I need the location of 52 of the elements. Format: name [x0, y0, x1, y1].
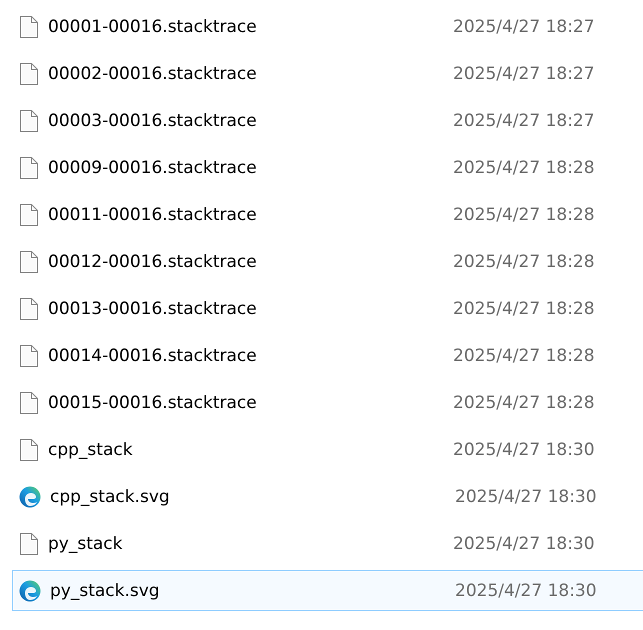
file-name: 00011-00016.stacktrace [48, 204, 258, 224]
file-icon [19, 296, 39, 320]
file-icon [19, 390, 39, 414]
file-icon [19, 250, 39, 274]
file-icon [19, 344, 39, 368]
file-name: 00001-00016.stacktrace [48, 16, 258, 36]
file-name: 00009-00016.stacktrace [48, 158, 258, 178]
file-icon [19, 532, 39, 556]
file-row[interactable]: 00009-00016.stacktrace 2025/4/27 18:28 [12, 147, 643, 188]
file-icon [19, 202, 39, 226]
modified-date: 2025/4/27 18:28 [453, 204, 595, 224]
modified-date: 2025/4/27 18:28 [453, 346, 595, 366]
file-name: 00003-00016.stacktrace [48, 110, 258, 130]
file-row[interactable]: 00011-00016.stacktrace 2025/4/27 18:28 [12, 194, 643, 235]
file-row[interactable]: py_stack 2025/4/27 18:30 [12, 523, 643, 564]
modified-date: 2025/4/27 18:30 [453, 534, 595, 554]
file-name: py_stack.svg [50, 580, 161, 600]
modified-date: 2025/4/27 18:28 [453, 298, 595, 318]
file-row[interactable]: cpp_stack 2025/4/27 18:30 [12, 429, 643, 470]
modified-date: 2025/4/27 18:30 [455, 580, 597, 600]
file-icon [19, 108, 39, 132]
file-row[interactable]: 00003-00016.stacktrace 2025/4/27 18:27 [12, 100, 643, 141]
file-icon [19, 156, 39, 180]
file-name: 00002-00016.stacktrace [48, 64, 258, 84]
file-icon [19, 62, 39, 86]
modified-date: 2025/4/27 18:28 [453, 392, 595, 412]
file-row[interactable]: 00002-00016.stacktrace 2025/4/27 18:27 [12, 53, 643, 94]
file-row[interactable]: 00013-00016.stacktrace 2025/4/27 18:28 [12, 288, 643, 329]
file-name: cpp_stack.svg [50, 486, 171, 506]
file-row[interactable]: cpp_stack.svg 2025/4/27 18:30 [12, 476, 643, 517]
file-row[interactable]: 00012-00016.stacktrace 2025/4/27 18:28 [12, 241, 643, 282]
file-row[interactable]: py_stack.svg 2025/4/27 18:30 [12, 570, 643, 611]
file-name: 00014-00016.stacktrace [48, 346, 258, 366]
modified-date: 2025/4/27 18:30 [455, 486, 597, 506]
file-name: 00015-00016.stacktrace [48, 392, 258, 412]
file-row[interactable]: 00001-00016.stacktrace 2025/4/27 18:27 [12, 6, 643, 47]
file-name: py_stack [48, 534, 124, 554]
file-name: 00012-00016.stacktrace [48, 252, 258, 272]
file-row[interactable]: 00014-00016.stacktrace 2025/4/27 18:28 [12, 335, 643, 376]
modified-date: 2025/4/27 18:30 [453, 440, 595, 460]
file-icon [19, 14, 39, 38]
browser-icon [19, 486, 41, 508]
modified-date: 2025/4/27 18:27 [453, 110, 595, 130]
modified-date: 2025/4/27 18:27 [453, 16, 595, 36]
modified-date: 2025/4/27 18:27 [453, 64, 595, 84]
file-name: 00013-00016.stacktrace [48, 298, 258, 318]
browser-icon [19, 580, 41, 602]
modified-date: 2025/4/27 18:28 [453, 252, 595, 272]
file-icon [19, 438, 39, 462]
modified-date: 2025/4/27 18:28 [453, 158, 595, 178]
file-name: cpp_stack [48, 440, 134, 460]
file-row[interactable]: 00015-00016.stacktrace 2025/4/27 18:28 [12, 382, 643, 423]
